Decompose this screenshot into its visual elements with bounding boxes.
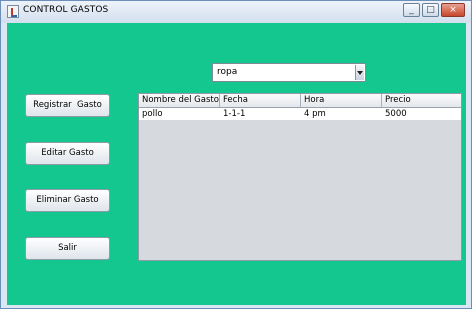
window-controls: _ □ × xyxy=(401,3,465,17)
close-icon[interactable]: × xyxy=(441,3,465,17)
category-combobox[interactable]: ropa xyxy=(212,63,366,82)
window-title: CONTROL GASTOS xyxy=(23,5,109,15)
gastos-table[interactable]: Nombre del Gasto Fecha Hora Precio pollo… xyxy=(138,93,462,261)
editar-gasto-button[interactable]: Editar Gasto xyxy=(25,142,110,165)
app-window: CONTROL GASTOS _ □ × ropa Registrar Gast… xyxy=(0,0,472,309)
column-header-hora[interactable]: Hora xyxy=(301,94,382,107)
cell-precio: 5000 xyxy=(385,109,407,119)
minimize-icon[interactable]: _ xyxy=(403,3,420,17)
salir-button[interactable]: Salir xyxy=(25,237,110,260)
cell-hora: 4 pm xyxy=(304,109,326,119)
chevron-down-icon[interactable] xyxy=(355,65,364,80)
table-row[interactable]: pollo 1-1-1 4 pm 5000 xyxy=(139,108,461,120)
main-panel: ropa Registrar Gasto Editar Gasto Elimin… xyxy=(7,23,466,305)
column-header-precio[interactable]: Precio xyxy=(382,94,461,107)
title-bar: CONTROL GASTOS _ □ × xyxy=(1,1,471,23)
combobox-selected-value: ropa xyxy=(217,67,238,77)
cell-fecha: 1-1-1 xyxy=(223,109,246,119)
cell-nombre: pollo xyxy=(142,109,163,119)
registrar-gasto-button[interactable]: Registrar Gasto xyxy=(25,94,110,117)
maximize-icon[interactable]: □ xyxy=(422,3,439,17)
table-header: Nombre del Gasto Fecha Hora Precio xyxy=(139,94,461,108)
java-app-icon xyxy=(7,5,19,18)
eliminar-gasto-button[interactable]: Eliminar Gasto xyxy=(25,189,110,212)
column-header-nombre[interactable]: Nombre del Gasto xyxy=(139,94,220,107)
column-header-fecha[interactable]: Fecha xyxy=(220,94,301,107)
